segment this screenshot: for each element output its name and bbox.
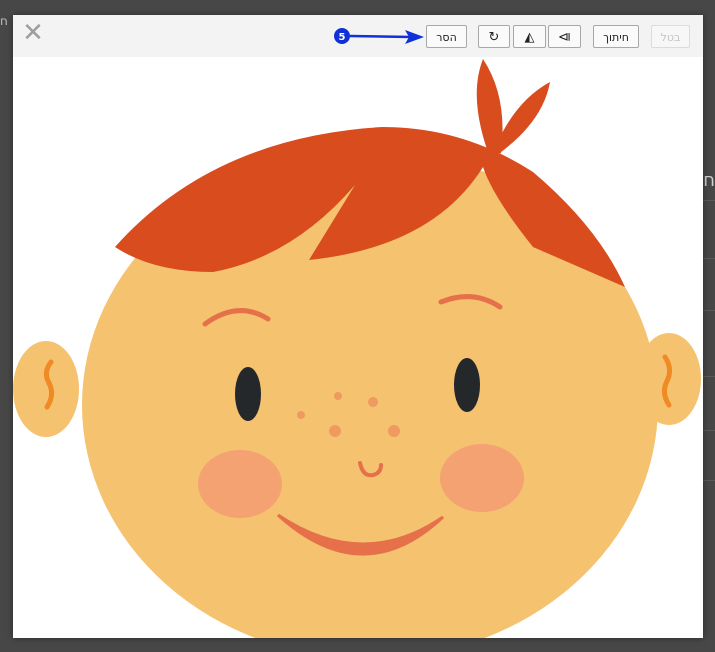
annotation-arrow-line [349, 34, 413, 39]
annotation-overlay: 5 [334, 28, 424, 44]
annotation-badge-number: 5 [339, 32, 346, 43]
